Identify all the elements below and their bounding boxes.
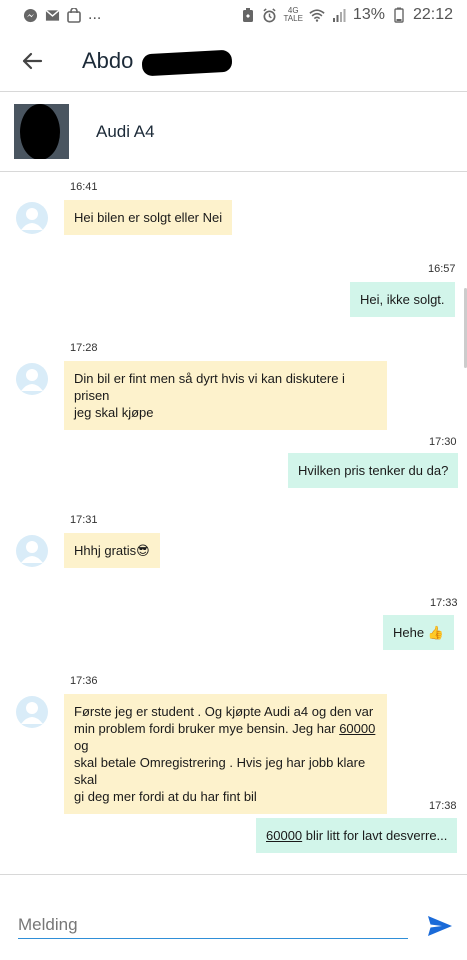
avatar-icon [16, 696, 48, 728]
message-bubble-outgoing[interactable]: Hehe 👍 [383, 615, 454, 650]
status-bar-left: ... [22, 6, 101, 24]
contact-name-text: Abdo [82, 47, 134, 73]
bag-icon [66, 7, 82, 23]
message-text: Hvilken pris tenker du da? [298, 463, 449, 478]
message-composer [0, 874, 467, 960]
message-time: 17:36 [70, 675, 98, 687]
message-time: 17:28 [70, 342, 98, 354]
detected-number-link[interactable]: 60000 [339, 721, 375, 736]
message-text-fragment: og [74, 738, 89, 753]
message-text-line: Første jeg er student . Og kjøpte Audi a… [74, 704, 374, 719]
wifi-icon [309, 7, 325, 23]
status-bar-right: 4G TALE 13% 22:12 [240, 6, 453, 24]
send-icon [428, 916, 452, 936]
arrow-left-icon [22, 52, 43, 69]
message-bubble-incoming[interactable]: Første jeg er student . Og kjøpte Audi a… [64, 694, 387, 814]
message-time: 16:41 [70, 181, 98, 193]
message-text: Hei bilen er solgt eller Nei [74, 210, 223, 225]
thumbs-up-emoji-icon: 👍 [427, 625, 444, 640]
message-time: 16:57 [428, 263, 456, 275]
redaction-mark [20, 104, 60, 159]
signal-icon [331, 7, 347, 23]
message-text: Hei, ikke solgt. [360, 292, 445, 307]
message-text-line: gi deg mer fordi at du har fint bil [74, 789, 257, 804]
message-bubble-incoming[interactable]: Din bil er fint men så dyrt hvis vi kan … [64, 361, 387, 430]
messenger-icon [22, 7, 38, 23]
message-text: blir litt for lavt desverre... [305, 828, 448, 843]
gmail-icon [44, 7, 60, 23]
contact-name[interactable]: Abdo [82, 47, 233, 76]
message-text: Hhhj gratis [74, 543, 137, 558]
message-text: Hehe [393, 625, 425, 640]
listing-thumbnail [14, 104, 69, 159]
avatar-icon [16, 202, 48, 234]
message-bubble-outgoing[interactable]: 60000 blir litt for lavt desverre... [256, 818, 458, 853]
network-type: 4G TALE [283, 6, 303, 23]
listing-row[interactable]: Audi A4 [0, 92, 467, 172]
save-battery-icon [240, 7, 256, 23]
conversation-header: Abdo [0, 30, 467, 92]
back-button[interactable] [12, 41, 52, 81]
message-input[interactable] [18, 913, 408, 939]
battery-percent: 13% [352, 6, 385, 23]
message-text-fragment: min problem fordi bruker mye bensin. Jeg… [74, 721, 336, 736]
detected-number-link[interactable]: 60000 [266, 828, 302, 843]
clock: 22:12 [412, 6, 453, 23]
more-dots-icon: ... [88, 6, 102, 23]
message-time: 17:33 [430, 597, 458, 609]
message-time: 17:38 [429, 800, 457, 812]
message-text-line: Din bil er fint men så dyrt hvis vi kan … [74, 371, 345, 403]
message-time: 17:30 [429, 436, 457, 448]
message-bubble-incoming[interactable]: Hhhj gratis😎 [64, 533, 160, 568]
message-time: 17:31 [70, 514, 98, 526]
message-list[interactable]: 16:41 Hei bilen er solgt eller Nei 16:57… [0, 172, 467, 872]
message-bubble-incoming[interactable]: Hei bilen er solgt eller Nei [64, 200, 233, 235]
redaction-mark [141, 49, 233, 76]
avatar-icon [16, 363, 48, 395]
alarm-icon [262, 7, 278, 23]
send-button[interactable] [426, 913, 454, 939]
message-text-line: skal betale Omregistrering . Hvis jeg ha… [74, 755, 366, 787]
message-text-line: min problem fordi bruker mye bensin. Jeg… [74, 720, 377, 754]
avatar-icon [16, 535, 48, 567]
status-bar: ... 4G TALE 13% 22:12 [0, 0, 467, 30]
message-bubble-outgoing[interactable]: Hvilken pris tenker du da? [288, 453, 459, 488]
battery-icon [391, 7, 407, 23]
message-bubble-outgoing[interactable]: Hei, ikke solgt. [350, 282, 455, 317]
sunglasses-emoji-icon: 😎 [136, 543, 150, 558]
listing-title: Audi A4 [96, 121, 155, 141]
message-text-line: jeg skal kjøpe [74, 405, 154, 420]
